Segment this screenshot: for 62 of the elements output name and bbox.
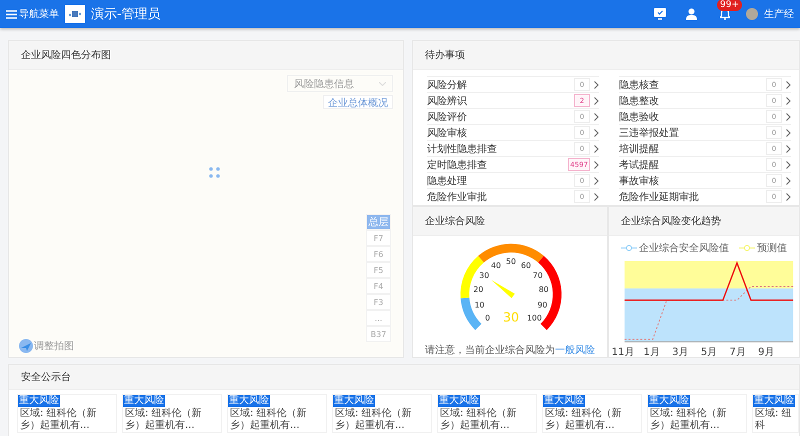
risk-tag: 重大风险 — [438, 395, 480, 407]
user-icon[interactable] — [686, 8, 697, 20]
paper-plane-icon[interactable] — [19, 339, 33, 353]
gauge-tick-label: 60 — [521, 260, 531, 270]
gauge-tick-label: 50 — [506, 257, 516, 266]
notification-badge: 99+ — [717, 0, 742, 11]
gauge-tick-label: 20 — [473, 285, 484, 294]
axis-label: 1月 — [644, 346, 660, 357]
axis-label: 7月 — [730, 346, 746, 357]
bulletin-card[interactable]: 重大风险 区域: 纽科伦（新乡）起重机有... — [332, 394, 432, 433]
gauge-value: 30 — [502, 310, 520, 325]
gauge-tick-label: 30 — [479, 270, 490, 280]
gauge-needle — [491, 280, 515, 298]
gauge-tick-label: 100 — [526, 314, 542, 323]
bulletin-card[interactable]: 重大风险 区域: 纽科 — [752, 394, 799, 433]
app-title: 演示-管理员 — [91, 6, 161, 23]
bulletin-card[interactable]: 重大风险 区域: 纽科伦（新乡）起重机有... — [122, 394, 222, 433]
bulletin-card[interactable]: 重大风险 区域: 纽科伦（新乡）起重机有... — [227, 394, 327, 433]
user-name[interactable]: 生产经 — [764, 7, 794, 21]
axis-label: 11月 — [612, 346, 634, 357]
gauge-tick-label: 80 — [538, 285, 549, 294]
axis-label: 3月 — [672, 346, 688, 357]
risk-note: 请注意，当前企业综合风险为一般风险 — [424, 344, 596, 357]
card-text: 区域: 纽科伦（新乡）起重机有... — [649, 408, 728, 432]
legend-label: 企业综合安全风险值 — [639, 242, 729, 255]
card-text: 区域: 纽科伦（新乡）起重机有... — [229, 408, 308, 432]
menu-icon — [6, 10, 17, 18]
panel-title: 企业风险四色分布图 — [21, 48, 111, 62]
risk-tag: 重大风险 — [648, 395, 690, 407]
gauge-tick-label: 90 — [538, 300, 548, 310]
panel-title: 企业综合风险变化趋势 — [621, 214, 721, 228]
bulletin-card[interactable]: 重大风险 区域: 纽科伦（新乡）起重机有... — [647, 394, 747, 433]
risk-tag: 重大风险 — [123, 395, 165, 407]
risk-tag: 重大风险 — [18, 395, 60, 407]
axis-label: 9月 — [758, 346, 774, 357]
axis-label: 5月 — [700, 346, 718, 357]
gauge-tick-label: 0 — [485, 314, 490, 323]
panel-title: 待办事项 — [425, 48, 465, 62]
legend-label: 预测值 — [757, 242, 787, 255]
logo-icon — [65, 5, 85, 23]
gauge-tick-label: 40 — [491, 260, 501, 270]
panel-title: 企业综合风险 — [425, 214, 485, 228]
card-text: 区域: 纽科伦（新乡）起重机有... — [439, 408, 518, 432]
panel-title: 安全公示台 — [21, 370, 71, 384]
risk-tag: 重大风险 — [333, 395, 375, 407]
card-text: 区域: 纽科伦（新乡）起重机有... — [334, 408, 413, 432]
loading-icon — [209, 167, 220, 178]
card-text: 区域: 纽科伦（新乡）起重机有... — [544, 408, 623, 432]
card-text: 区域: 纽科伦（新乡）起重机有... — [19, 408, 98, 432]
gauge-tick-label: 70 — [532, 270, 543, 280]
risk-tag: 重大风险 — [228, 395, 270, 407]
monitor-icon[interactable] — [654, 8, 666, 20]
bulletin-card[interactable]: 重大风险 区域: 纽科伦（新乡）起重机有... — [437, 394, 537, 433]
card-text: 区域: 纽科伦（新乡）起重机有... — [124, 408, 203, 432]
navigation-menu-button[interactable]: 导航菜单 — [6, 7, 59, 21]
risk-tag: 重大风险 — [753, 395, 795, 407]
chevron-down-icon — [379, 82, 386, 86]
card-text: 区域: 纽科 — [754, 408, 793, 432]
bulletin-card[interactable]: 重大风险 区域: 纽科伦（新乡）起重机有... — [542, 394, 642, 433]
gauge-tick-label: 10 — [474, 300, 484, 310]
bulletin-card[interactable]: 重大风险 区域: 纽科伦（新乡）起重机有... — [17, 394, 117, 433]
risk-tag: 重大风险 — [543, 395, 585, 407]
